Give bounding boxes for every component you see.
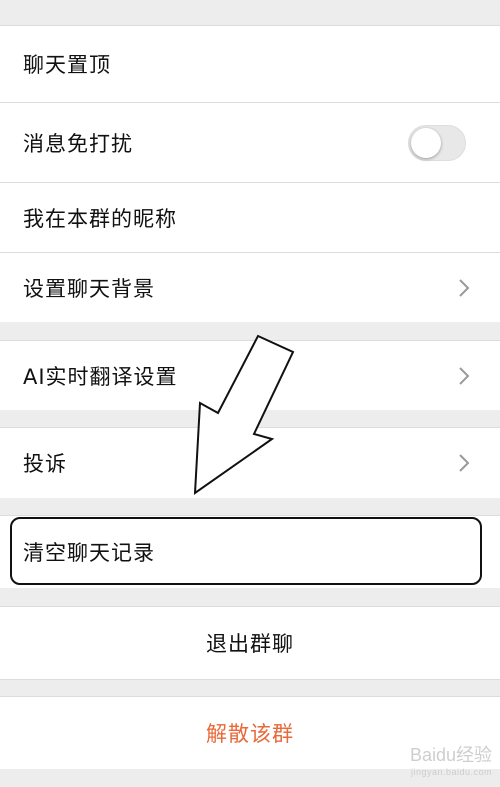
watermark-url: jingyan.baidu.com (410, 767, 492, 777)
annotation-arrow (193, 334, 295, 496)
baidu-watermark: Baidu经验 jingyan.baidu.com (410, 741, 492, 777)
watermark-brand: Baidu经验 (409, 745, 492, 765)
